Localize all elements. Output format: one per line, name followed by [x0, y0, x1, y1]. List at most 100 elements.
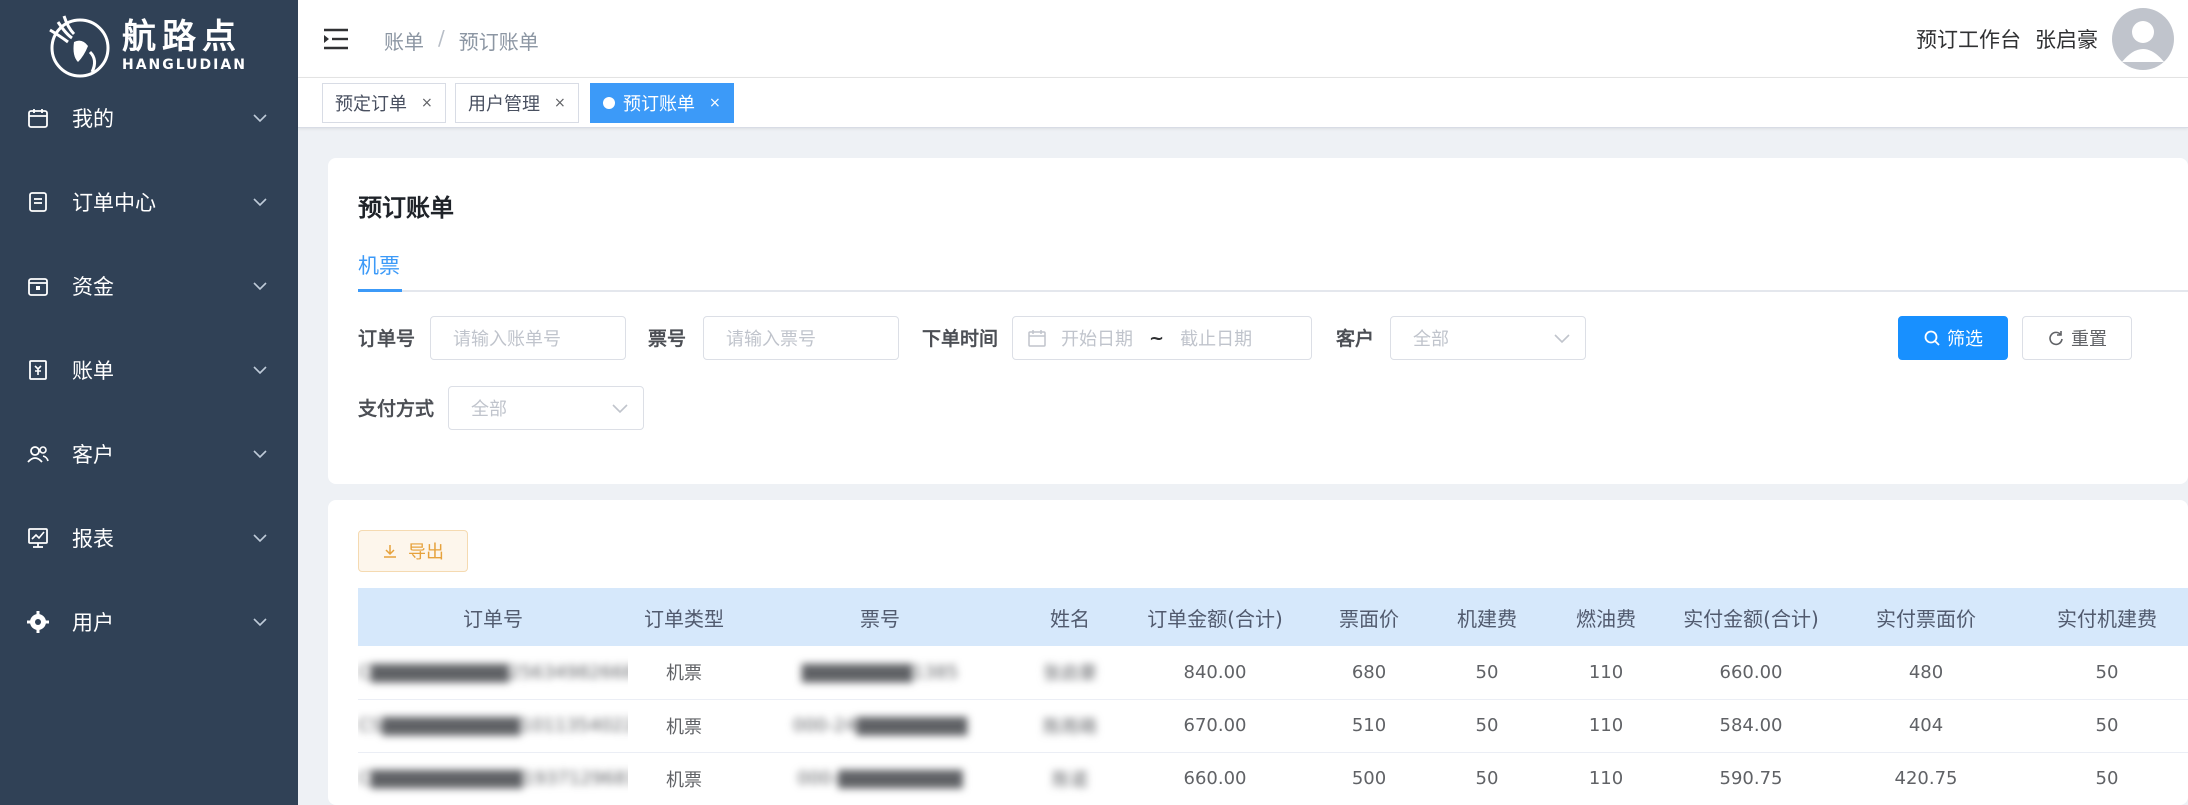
breadcrumb-item: 预订账单: [458, 30, 539, 54]
tag-label: 用户管理: [468, 94, 540, 115]
sidebar-item-label: 订单中心: [72, 191, 156, 215]
airport-fee-cell: 50: [1428, 752, 1546, 805]
column-header[interactable]: 订单号: [358, 588, 628, 646]
tag-booking-bills[interactable]: 预订账单 ×: [590, 83, 734, 123]
tag-booking-orders[interactable]: 预定订单 ×: [322, 83, 446, 123]
breadcrumb-item[interactable]: 账单: [384, 26, 424, 55]
sidebar-item-customers[interactable]: 客户: [0, 424, 298, 484]
table-row[interactable]: C▇▇▇▇▇▇▇▇▇▇25634982668 机票 ▇▇▇▇▇▇▇▇1385 张…: [358, 646, 2188, 700]
export-button[interactable]: 导出: [358, 530, 468, 572]
end-date-placeholder[interactable]: 截止日期: [1180, 325, 1252, 351]
customer-select[interactable]: 全部: [1390, 316, 1586, 360]
close-icon[interactable]: ×: [709, 95, 721, 111]
refresh-icon: [2049, 331, 2063, 346]
order-type-cell: 机票: [628, 752, 740, 805]
close-icon[interactable]: ×: [554, 95, 566, 111]
ticket-no-input[interactable]: 请输入票号: [703, 316, 899, 360]
face-price-cell: 510: [1310, 699, 1428, 753]
bill-table: 订单号 订单类型 票号 姓名 订单金额(合计) 票面价 机建费 燃油费 实付金额…: [358, 588, 2188, 805]
search-button-label: 筛选: [1947, 329, 1983, 350]
order-amount-cell: 660.00: [1120, 752, 1310, 805]
column-header[interactable]: 订单金额(合计): [1120, 588, 1310, 646]
sidebar-item-label: 客户: [72, 443, 114, 467]
column-header[interactable]: 实付金额(合计): [1666, 588, 1836, 646]
logo-title: 航路点: [122, 17, 242, 57]
passenger-name-cell: 张启豪: [1020, 646, 1120, 700]
paid-amount-cell: 590.75: [1666, 752, 1836, 805]
chevron-down-icon: [612, 404, 628, 414]
order-no-text: C▇▇▇▇▇▇▇▇▇▇▇1937129681: [358, 768, 628, 789]
paid-amount-cell: 660.00: [1666, 646, 1836, 700]
table-row[interactable]: C▇▇▇▇▇▇▇▇▇▇▇1937129681 机票 000-▇▇▇▇▇▇▇▇▇ …: [358, 752, 2188, 805]
column-header[interactable]: 燃油费: [1546, 588, 1666, 646]
airport-fee-cell: 50: [1428, 646, 1546, 700]
airport-fee-cell: 50: [1428, 699, 1546, 753]
date-range-picker[interactable]: 开始日期 ~ 截止日期: [1012, 316, 1312, 360]
payment-method-select[interactable]: 全部: [448, 386, 644, 430]
sidebar-item-reports[interactable]: 报表: [0, 508, 298, 568]
order-time-label: 下单时间: [922, 328, 999, 350]
sidebar-item-funds[interactable]: 资金: [0, 256, 298, 316]
users-icon: [27, 446, 49, 463]
reset-button[interactable]: 重置: [2022, 316, 2132, 360]
order-no-placeholder: 请输入账单号: [453, 329, 561, 350]
column-header[interactable]: 票号: [740, 588, 1020, 646]
order-no-label: 订单号: [358, 328, 416, 350]
sidebar-item-label: 用户: [72, 611, 114, 635]
sidebar-item-label: 报表: [72, 527, 114, 551]
ticket-no-text: 000-24▇▇▇▇▇▇▇▇: [792, 715, 968, 736]
ticket-no-label: 票号: [648, 328, 687, 350]
table-header-row: 订单号 订单类型 票号 姓名 订单金额(合计) 票面价 机建费 燃油费 实付金额…: [358, 588, 2188, 646]
sidebar-item-orders[interactable]: 订单中心: [0, 172, 298, 232]
ticket-no-cell: ▇▇▇▇▇▇▇▇1385: [740, 646, 1020, 700]
avatar[interactable]: [2112, 8, 2174, 70]
passenger-name-cell: 陈雨萌: [1020, 699, 1120, 753]
column-header[interactable]: 票面价: [1310, 588, 1428, 646]
download-icon: [384, 545, 396, 558]
breadcrumb-separator: /: [438, 26, 445, 50]
paid-airport-fee-cell: 50: [2016, 699, 2188, 753]
sidebar-item-users[interactable]: 用户: [0, 592, 298, 652]
order-no-cell: CS▇▇▇▇▇▇▇▇▇▇10113540226: [358, 699, 628, 753]
column-header[interactable]: 实付机建费: [2016, 588, 2188, 646]
ticket-no-cell: 000-24▇▇▇▇▇▇▇▇: [740, 699, 1020, 753]
table-row[interactable]: CS▇▇▇▇▇▇▇▇▇▇10113540226 机票 000-24▇▇▇▇▇▇▇…: [358, 699, 2188, 753]
range-separator: ~: [1149, 327, 1165, 349]
workbench-link[interactable]: 预订工作台: [1916, 24, 2021, 54]
column-header[interactable]: 订单类型: [628, 588, 740, 646]
close-icon[interactable]: ×: [421, 95, 433, 111]
start-date-placeholder[interactable]: 开始日期: [1061, 325, 1133, 351]
chevron-down-icon: [253, 618, 267, 627]
column-header[interactable]: 机建费: [1428, 588, 1546, 646]
sidebar: 航路点 HANGLUDIAN 我的 订单中心 资金 账单 客户 报表 用户: [0, 0, 298, 805]
search-button[interactable]: 筛选: [1898, 316, 2008, 360]
chevron-down-icon: [253, 198, 267, 207]
order-no-input[interactable]: 请输入账单号: [430, 316, 626, 360]
top-header: 账单 / 预订账单 预订工作台 张启豪: [298, 0, 2188, 78]
tag-user-management[interactable]: 用户管理 ×: [455, 83, 579, 123]
tab-air-ticket[interactable]: 机票: [358, 250, 400, 280]
logo-subtitle: HANGLUDIAN: [122, 57, 247, 73]
sidebar-item-mine[interactable]: 我的: [0, 88, 298, 148]
sidebar-item-label: 账单: [72, 359, 114, 383]
bill-table-panel: 导出 订单号 订单类型 票号 姓名 订单金额(合计) 票面价 机建费 燃油费 实…: [328, 500, 2188, 805]
order-amount-cell: 840.00: [1120, 646, 1310, 700]
gear-icon: [27, 611, 49, 633]
column-header[interactable]: 实付票面价: [1836, 588, 2016, 646]
column-header[interactable]: 姓名: [1020, 588, 1120, 646]
menu-toggle-icon[interactable]: [322, 26, 350, 52]
face-price-cell: 680: [1310, 646, 1428, 700]
chevron-down-icon: [1554, 334, 1570, 344]
tab-divider: [358, 290, 2188, 292]
order-amount-cell: 670.00: [1120, 699, 1310, 753]
order-no-text: C▇▇▇▇▇▇▇▇▇▇25634982668: [358, 661, 628, 683]
user-avatar-icon: [2122, 21, 2164, 62]
deer-logo-icon: [49, 15, 110, 78]
sidebar-item-bills[interactable]: 账单: [0, 340, 298, 400]
tag-label: 预定订单: [335, 94, 407, 115]
username[interactable]: 张启豪: [2035, 24, 2098, 54]
order-no-cell: C▇▇▇▇▇▇▇▇▇▇25634982668: [358, 646, 628, 700]
ticket-no-placeholder: 请输入票号: [726, 329, 816, 350]
customer-label: 客户: [1336, 328, 1375, 350]
calendar-icon: [28, 109, 48, 128]
